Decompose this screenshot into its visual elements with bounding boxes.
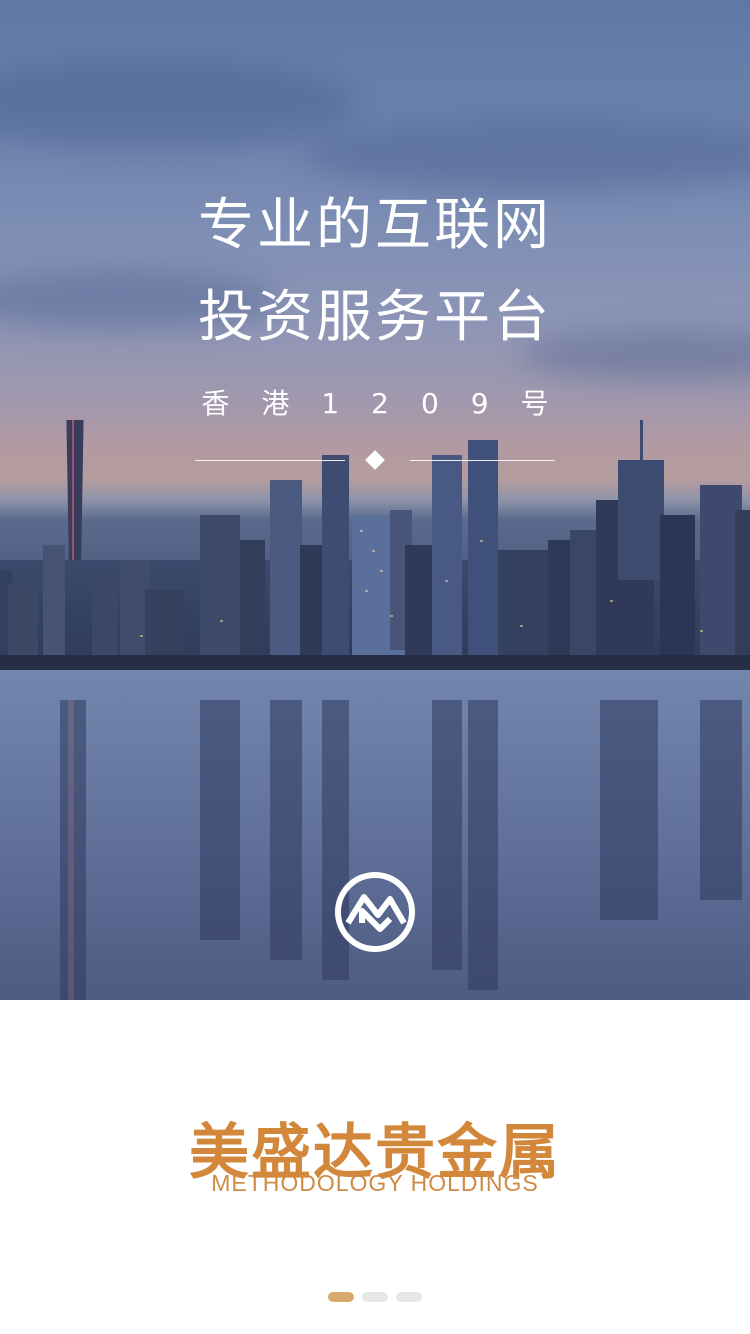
methodology-logo-icon <box>335 872 415 952</box>
page-indicator-dot-3[interactable] <box>396 1292 422 1302</box>
headline-line-1: 专业的互联网 <box>198 193 552 258</box>
page-indicator <box>0 1292 750 1302</box>
page-indicator-dot-2[interactable] <box>362 1292 388 1302</box>
divider-right <box>410 460 555 461</box>
page-indicator-dot-1[interactable] <box>328 1292 354 1302</box>
water-reflection <box>60 700 742 1000</box>
divider-left <box>195 460 345 461</box>
hero-cityscape-image: 专业的互联网 投资服务平台 香港1209号 <box>0 0 750 1000</box>
hero-headline: 专业的互联网 投资服务平台 <box>0 180 750 364</box>
splash-screen: 专业的互联网 投资服务平台 香港1209号 美盛达贵金属 METHODOLOGY… <box>0 0 750 1334</box>
address-text: 香港1209号 <box>201 387 581 420</box>
brand-name-english: METHODOLOGY HOLDINGS <box>211 1170 539 1196</box>
headline-line-2: 投资服务平台 <box>198 285 552 350</box>
